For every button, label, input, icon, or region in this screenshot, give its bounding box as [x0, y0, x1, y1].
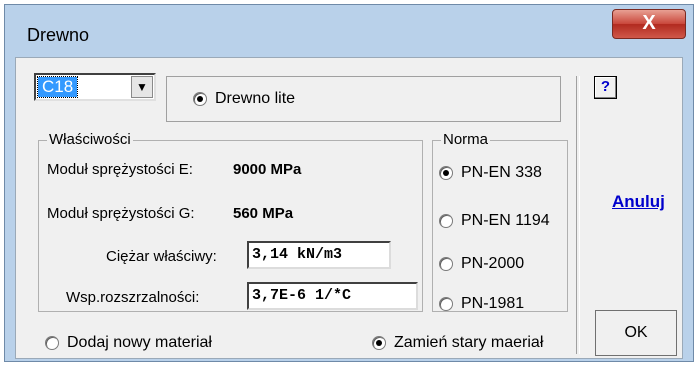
radio-replace-material[interactable]: Zamień stary maeriał: [372, 334, 543, 352]
modulus-g-label: Moduł sprężystości G:: [47, 205, 195, 222]
title-bar: Drewno X: [5, 5, 693, 55]
radio-pn-1981-label: PN-1981: [461, 295, 525, 312]
radio-unchecked-icon: [439, 257, 453, 271]
radio-drewno-lite[interactable]: Drewno lite: [193, 90, 295, 108]
material-type-box: Drewno lite: [166, 76, 561, 122]
norma-group: Norma PN-EN 338 PN-EN 1194 PN-2000 PN-19…: [432, 131, 568, 313]
radio-pn-en-338-label: PN-EN 338: [461, 164, 542, 181]
radio-checked-icon: [193, 92, 207, 106]
chevron-down-icon[interactable]: ▼: [131, 76, 153, 98]
window-title: Drewno: [27, 25, 90, 45]
radio-drewno-lite-label: Drewno lite: [215, 90, 296, 107]
ok-button[interactable]: OK: [595, 310, 677, 356]
radio-pn-en-338[interactable]: PN-EN 338: [439, 164, 542, 182]
properties-group: Właściwości Moduł sprężystości E: 9000 M…: [38, 131, 423, 312]
radio-pn-2000-label: PN-2000: [461, 255, 525, 272]
question-icon: ?: [600, 78, 611, 95]
radio-pn-en-1194[interactable]: PN-EN 1194: [439, 212, 550, 230]
radio-unchecked-icon: [439, 214, 453, 228]
radio-checked-icon: [372, 336, 386, 350]
modulus-e-value: 9000 MPa: [233, 161, 302, 178]
help-button[interactable]: ?: [594, 76, 617, 99]
thermal-expansion-input[interactable]: 3,7E-6 1/*C: [247, 282, 418, 310]
radio-unchecked-icon: [45, 336, 59, 350]
properties-legend: Właściwości: [47, 131, 133, 148]
thermal-expansion-label: Wsp.rozszrzalności:: [66, 289, 200, 306]
dialog-window: Drewno X C18 ▼ Drewno lite Właściwości M…: [4, 4, 694, 362]
radio-add-new-material[interactable]: Dodaj nowy materiał: [45, 334, 212, 352]
dialog-client-area: C18 ▼ Drewno lite Właściwości Moduł sprę…: [15, 57, 683, 359]
vertical-separator: [576, 76, 580, 354]
specific-weight-input[interactable]: 3,14 kN/m3: [247, 241, 391, 269]
norma-legend: Norma: [441, 131, 491, 148]
specific-weight-label: Ciężar właściwy:: [106, 248, 217, 265]
grade-select-value: C18: [36, 76, 79, 98]
grade-select[interactable]: C18 ▼: [34, 73, 156, 101]
radio-replace-material-label: Zamień stary maeriał: [394, 334, 544, 351]
radio-pn-2000[interactable]: PN-2000: [439, 255, 524, 273]
close-button[interactable]: X: [612, 9, 686, 39]
radio-unchecked-icon: [439, 297, 453, 311]
radio-pn-en-1194-label: PN-EN 1194: [461, 212, 550, 229]
radio-add-new-material-label: Dodaj nowy materiał: [67, 334, 212, 351]
radio-pn-1981[interactable]: PN-1981: [439, 295, 524, 313]
radio-checked-icon: [439, 166, 453, 180]
close-icon: X: [642, 12, 656, 34]
modulus-e-label: Moduł sprężystości E:: [47, 161, 193, 178]
modulus-g-value: 560 MPa: [233, 205, 294, 222]
cancel-link[interactable]: Anuluj: [612, 192, 665, 212]
